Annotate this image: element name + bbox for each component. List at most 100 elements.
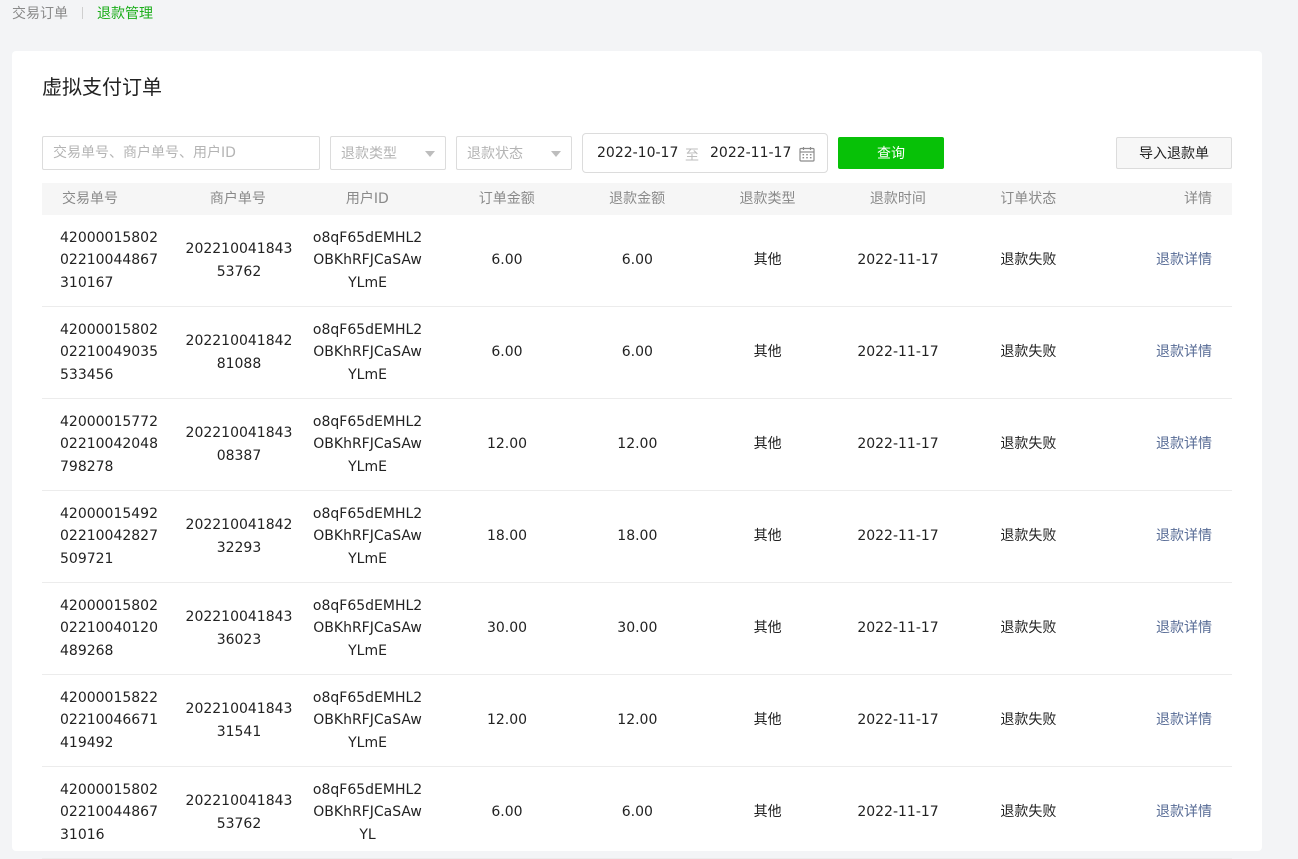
trade-no-cell: 4200001582202210046671419492 xyxy=(60,689,158,751)
tab-refund-management[interactable]: 退款管理 xyxy=(97,3,153,23)
trade-no-cell: 4200001580202210040120489268 xyxy=(60,597,158,659)
merchant-no-cell: 20221004184336023 xyxy=(185,609,293,648)
refund-type-select[interactable]: 退款类型 xyxy=(330,136,446,170)
trade-no-cell: 4200001549202210042827509721 xyxy=(60,505,158,567)
table-header: 交易单号 商户单号 用户ID 订单金额 退款金额 退款类型 退款时间 订单状态 … xyxy=(42,183,1232,215)
user-id-cell: o8qF65dEMHL2OBKhRFJCaSAwYLmE xyxy=(312,413,423,475)
user-id-cell: o8qF65dEMHL2OBKhRFJCaSAwYLmE xyxy=(312,229,423,291)
refund-amount-cell: 18.00 xyxy=(617,528,658,545)
header-order-status: 订单状态 xyxy=(1000,190,1057,207)
table-row: 4200001580202210044867310167 202210041843… xyxy=(42,215,1232,307)
header-refund-amount: 退款金额 xyxy=(609,190,666,207)
order-status-cell: 退款失败 xyxy=(1000,804,1057,821)
refund-table: 交易单号 商户单号 用户ID 订单金额 退款金额 退款类型 退款时间 订单状态 … xyxy=(42,183,1232,859)
date-end[interactable]: 2022-11-17 xyxy=(710,145,791,161)
refund-amount-cell: 12.00 xyxy=(617,712,658,729)
table-row: 4200001580202210049035533456 202210041842… xyxy=(42,307,1232,399)
refund-amount-cell: 6.00 xyxy=(621,804,653,821)
order-status-cell: 退款失败 xyxy=(1000,712,1057,729)
order-amount-cell: 30.00 xyxy=(486,620,528,637)
chevron-down-icon xyxy=(425,151,435,157)
refund-status-select[interactable]: 退款状态 xyxy=(456,136,572,170)
order-amount-cell: 6.00 xyxy=(491,804,523,821)
header-trade-no: 交易单号 xyxy=(62,190,118,207)
refund-time-cell: 2022-11-17 xyxy=(857,252,939,269)
refund-type-cell: 其他 xyxy=(753,528,782,545)
search-input[interactable] xyxy=(42,136,320,170)
order-status-cell: 退款失败 xyxy=(1000,344,1057,361)
refund-time-cell: 2022-11-17 xyxy=(857,344,939,361)
refund-type-cell: 其他 xyxy=(753,344,782,361)
trade-no-cell: 4200001580202210044867310167 xyxy=(60,229,158,291)
refund-type-cell: 其他 xyxy=(753,436,782,453)
refund-time-cell: 2022-11-17 xyxy=(857,712,939,729)
trade-no-cell: 4200001577202210042048798278 xyxy=(60,413,158,475)
filter-bar: 退款类型 退款状态 2022-10-17 至 2022-11-17 xyxy=(42,133,1232,173)
query-button[interactable]: 查询 xyxy=(838,137,944,169)
order-amount-cell: 12.00 xyxy=(486,436,528,453)
refund-type-cell: 其他 xyxy=(753,712,782,729)
table-row: 4200001577202210042048798278 202210041843… xyxy=(42,399,1232,491)
date-separator: 至 xyxy=(685,148,699,164)
trade-no-cell: 420000158020221004486731016 xyxy=(60,781,158,843)
merchant-no-cell: 20221004184331541 xyxy=(185,701,293,740)
order-amount-cell: 18.00 xyxy=(486,528,528,545)
header-refund-type: 退款类型 xyxy=(739,190,796,207)
order-status-cell: 退款失败 xyxy=(1000,436,1057,453)
refund-amount-cell: 30.00 xyxy=(617,620,658,637)
refund-amount-cell: 6.00 xyxy=(621,344,653,361)
header-detail: 详情 xyxy=(1184,190,1212,207)
refund-detail-link[interactable]: 退款详情 xyxy=(1094,433,1232,456)
import-refund-button[interactable]: 导入退款单 xyxy=(1116,137,1232,169)
refund-status-placeholder: 退款状态 xyxy=(467,146,523,162)
refund-amount-cell: 12.00 xyxy=(617,436,658,453)
user-id-cell: o8qF65dEMHL2OBKhRFJCaSAwYLmE xyxy=(312,505,423,567)
user-id-cell: o8qF65dEMHL2OBKhRFJCaSAwYLmE xyxy=(312,597,423,659)
tab-divider xyxy=(82,7,83,19)
refund-detail-link[interactable]: 退款详情 xyxy=(1094,525,1232,548)
main-card: 虚拟支付订单 退款类型 退款状态 2022-10-17 至 2022-11-17 xyxy=(12,51,1262,859)
refund-detail-link[interactable]: 退款详情 xyxy=(1094,341,1232,364)
refund-amount-cell: 6.00 xyxy=(621,252,653,269)
refund-time-cell: 2022-11-17 xyxy=(857,528,939,545)
refund-time-cell: 2022-11-17 xyxy=(857,620,939,637)
order-status-cell: 退款失败 xyxy=(1000,620,1057,637)
refund-type-cell: 其他 xyxy=(753,252,782,269)
date-start[interactable]: 2022-10-17 xyxy=(597,145,678,161)
refund-type-cell: 其他 xyxy=(753,620,782,637)
refund-type-placeholder: 退款类型 xyxy=(341,146,397,162)
header-merchant-no: 商户单号 xyxy=(209,190,266,207)
top-tabs: 交易订单 退款管理 xyxy=(0,0,1298,26)
merchant-no-cell: 20221004184232293 xyxy=(185,517,293,556)
table-row: 4200001582202210046671419492 202210041843… xyxy=(42,675,1232,767)
user-id-cell: o8qF65dEMHL2OBKhRFJCaSAwYLmE xyxy=(312,321,423,383)
merchant-no-cell: 20221004184281088 xyxy=(185,333,293,372)
trade-no-cell: 4200001580202210049035533456 xyxy=(60,321,158,383)
order-amount-cell: 6.00 xyxy=(491,344,523,361)
page-title: 虚拟支付订单 xyxy=(42,75,162,99)
tab-trade-orders[interactable]: 交易订单 xyxy=(12,3,68,23)
table-row: 420000158020221004486731016 2022100418435… xyxy=(42,767,1232,859)
refund-type-cell: 其他 xyxy=(753,804,782,821)
refund-detail-link[interactable]: 退款详情 xyxy=(1094,709,1232,732)
merchant-no-cell: 20221004184308387 xyxy=(185,425,293,464)
user-id-cell: o8qF65dEMHL2OBKhRFJCaSAwYL xyxy=(312,781,423,843)
merchant-no-cell: 20221004184353762 xyxy=(185,241,293,280)
refund-detail-link[interactable]: 退款详情 xyxy=(1094,249,1232,272)
merchant-no-cell: 20221004184353762 xyxy=(185,793,293,832)
chevron-down-icon xyxy=(551,151,561,157)
calendar-icon[interactable] xyxy=(798,145,816,163)
order-amount-cell: 12.00 xyxy=(486,712,528,729)
header-user-id: 用户ID xyxy=(345,190,389,207)
order-amount-cell: 6.00 xyxy=(491,252,523,269)
order-status-cell: 退款失败 xyxy=(1000,528,1057,545)
header-order-amount: 订单金额 xyxy=(478,190,535,207)
table-row: 4200001549202210042827509721 202210041842… xyxy=(42,491,1232,583)
refund-detail-link[interactable]: 退款详情 xyxy=(1094,801,1232,824)
refund-time-cell: 2022-11-17 xyxy=(857,804,939,821)
table-row: 4200001580202210040120489268 202210041843… xyxy=(42,583,1232,675)
header-refund-time: 退款时间 xyxy=(869,190,926,207)
refund-detail-link[interactable]: 退款详情 xyxy=(1094,617,1232,640)
date-range-picker[interactable]: 2022-10-17 至 2022-11-17 xyxy=(582,133,828,173)
table-body: 4200001580202210044867310167 202210041843… xyxy=(42,215,1232,859)
